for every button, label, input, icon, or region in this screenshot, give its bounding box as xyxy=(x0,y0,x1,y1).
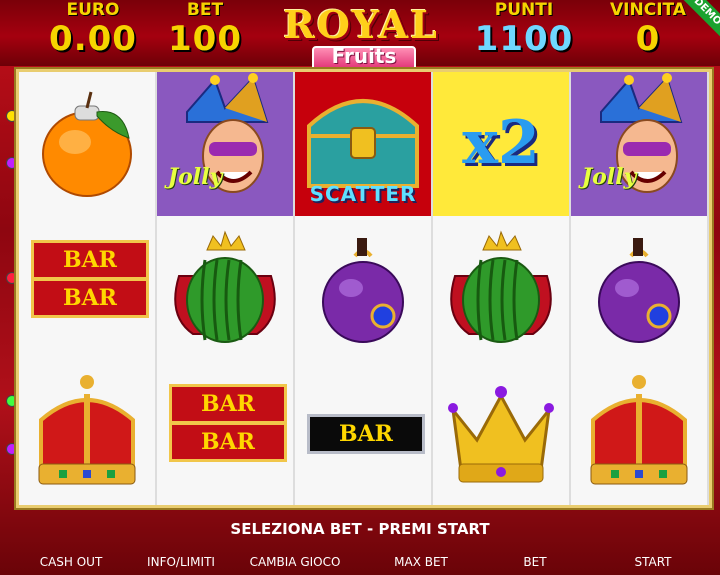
game-logo: ROYAL Fruits xyxy=(268,2,454,74)
reels-frame: BAR BAR Jolly BAR BAR SCATTER BAR x2 Jolly xyxy=(16,69,712,508)
change-game-button[interactable]: CAMBIA GIOCO xyxy=(240,555,350,569)
symbol-crown-red xyxy=(571,360,707,504)
jolly-label: Jolly xyxy=(581,164,637,190)
button-bar: CASH OUT INFO/LIMITI CAMBIA GIOCO MAX BE… xyxy=(0,555,720,575)
start-button[interactable]: START xyxy=(598,555,708,569)
bar-symbol: BAR xyxy=(307,414,425,454)
symbol-bar: BAR xyxy=(295,360,431,504)
symbol-watermelon xyxy=(433,216,569,360)
euro-label: EURO xyxy=(66,0,120,20)
symbol-bar-bar: BAR BAR xyxy=(19,216,155,360)
reel-1: BAR BAR xyxy=(19,72,157,505)
punti-label: PUNTI xyxy=(494,0,554,20)
symbol-crown-gold xyxy=(433,360,569,504)
symbol-bar-bar: BAR BAR xyxy=(157,360,293,504)
punti-meter: PUNTI 1100 xyxy=(462,0,586,58)
symbol-crown-red xyxy=(19,360,155,504)
max-bet-button[interactable]: MAX BET xyxy=(366,555,476,569)
bet-label: BET xyxy=(186,0,224,20)
symbol-jolly: Jolly xyxy=(157,72,293,216)
cash-out-button[interactable]: CASH OUT xyxy=(16,555,126,569)
bet-button[interactable]: BET xyxy=(480,555,590,569)
info-limits-button[interactable]: INFO/LIMITI xyxy=(126,555,236,569)
symbol-plum xyxy=(295,216,431,360)
vincita-meter: VINCITA 0 xyxy=(598,0,698,58)
logo-royal-text: ROYAL xyxy=(283,2,439,47)
status-message: SELEZIONA BET - PREMI START xyxy=(230,520,490,538)
vincita-value: 0 xyxy=(635,19,661,59)
symbol-orange xyxy=(19,72,155,216)
reel-5: Jolly xyxy=(571,72,709,505)
vincita-label: VINCITA xyxy=(610,0,686,20)
bar-symbol: BAR xyxy=(31,278,149,318)
punti-value: 1100 xyxy=(474,19,574,59)
symbol-x2: x2 xyxy=(433,72,569,216)
reel-3: SCATTER BAR xyxy=(295,72,433,505)
euro-meter: EURO 0.00 xyxy=(38,0,148,58)
reel-2: Jolly BAR BAR xyxy=(157,72,295,505)
bar-symbol: BAR xyxy=(169,422,287,462)
bet-value: 100 xyxy=(168,19,242,59)
symbol-jolly: Jolly xyxy=(571,72,707,216)
jolly-label: Jolly xyxy=(167,164,223,190)
symbol-watermelon xyxy=(157,216,293,360)
bet-meter: BET 100 xyxy=(150,0,260,58)
bar-symbol: BAR xyxy=(31,240,149,280)
symbol-plum xyxy=(571,216,707,360)
euro-value: 0.00 xyxy=(49,19,137,59)
bar-symbol: BAR xyxy=(169,384,287,424)
reel-4: x2 xyxy=(433,72,571,505)
scatter-label: SCATTER xyxy=(309,182,417,206)
logo-fruits-text: Fruits xyxy=(331,44,397,68)
symbol-scatter: SCATTER xyxy=(295,72,431,216)
